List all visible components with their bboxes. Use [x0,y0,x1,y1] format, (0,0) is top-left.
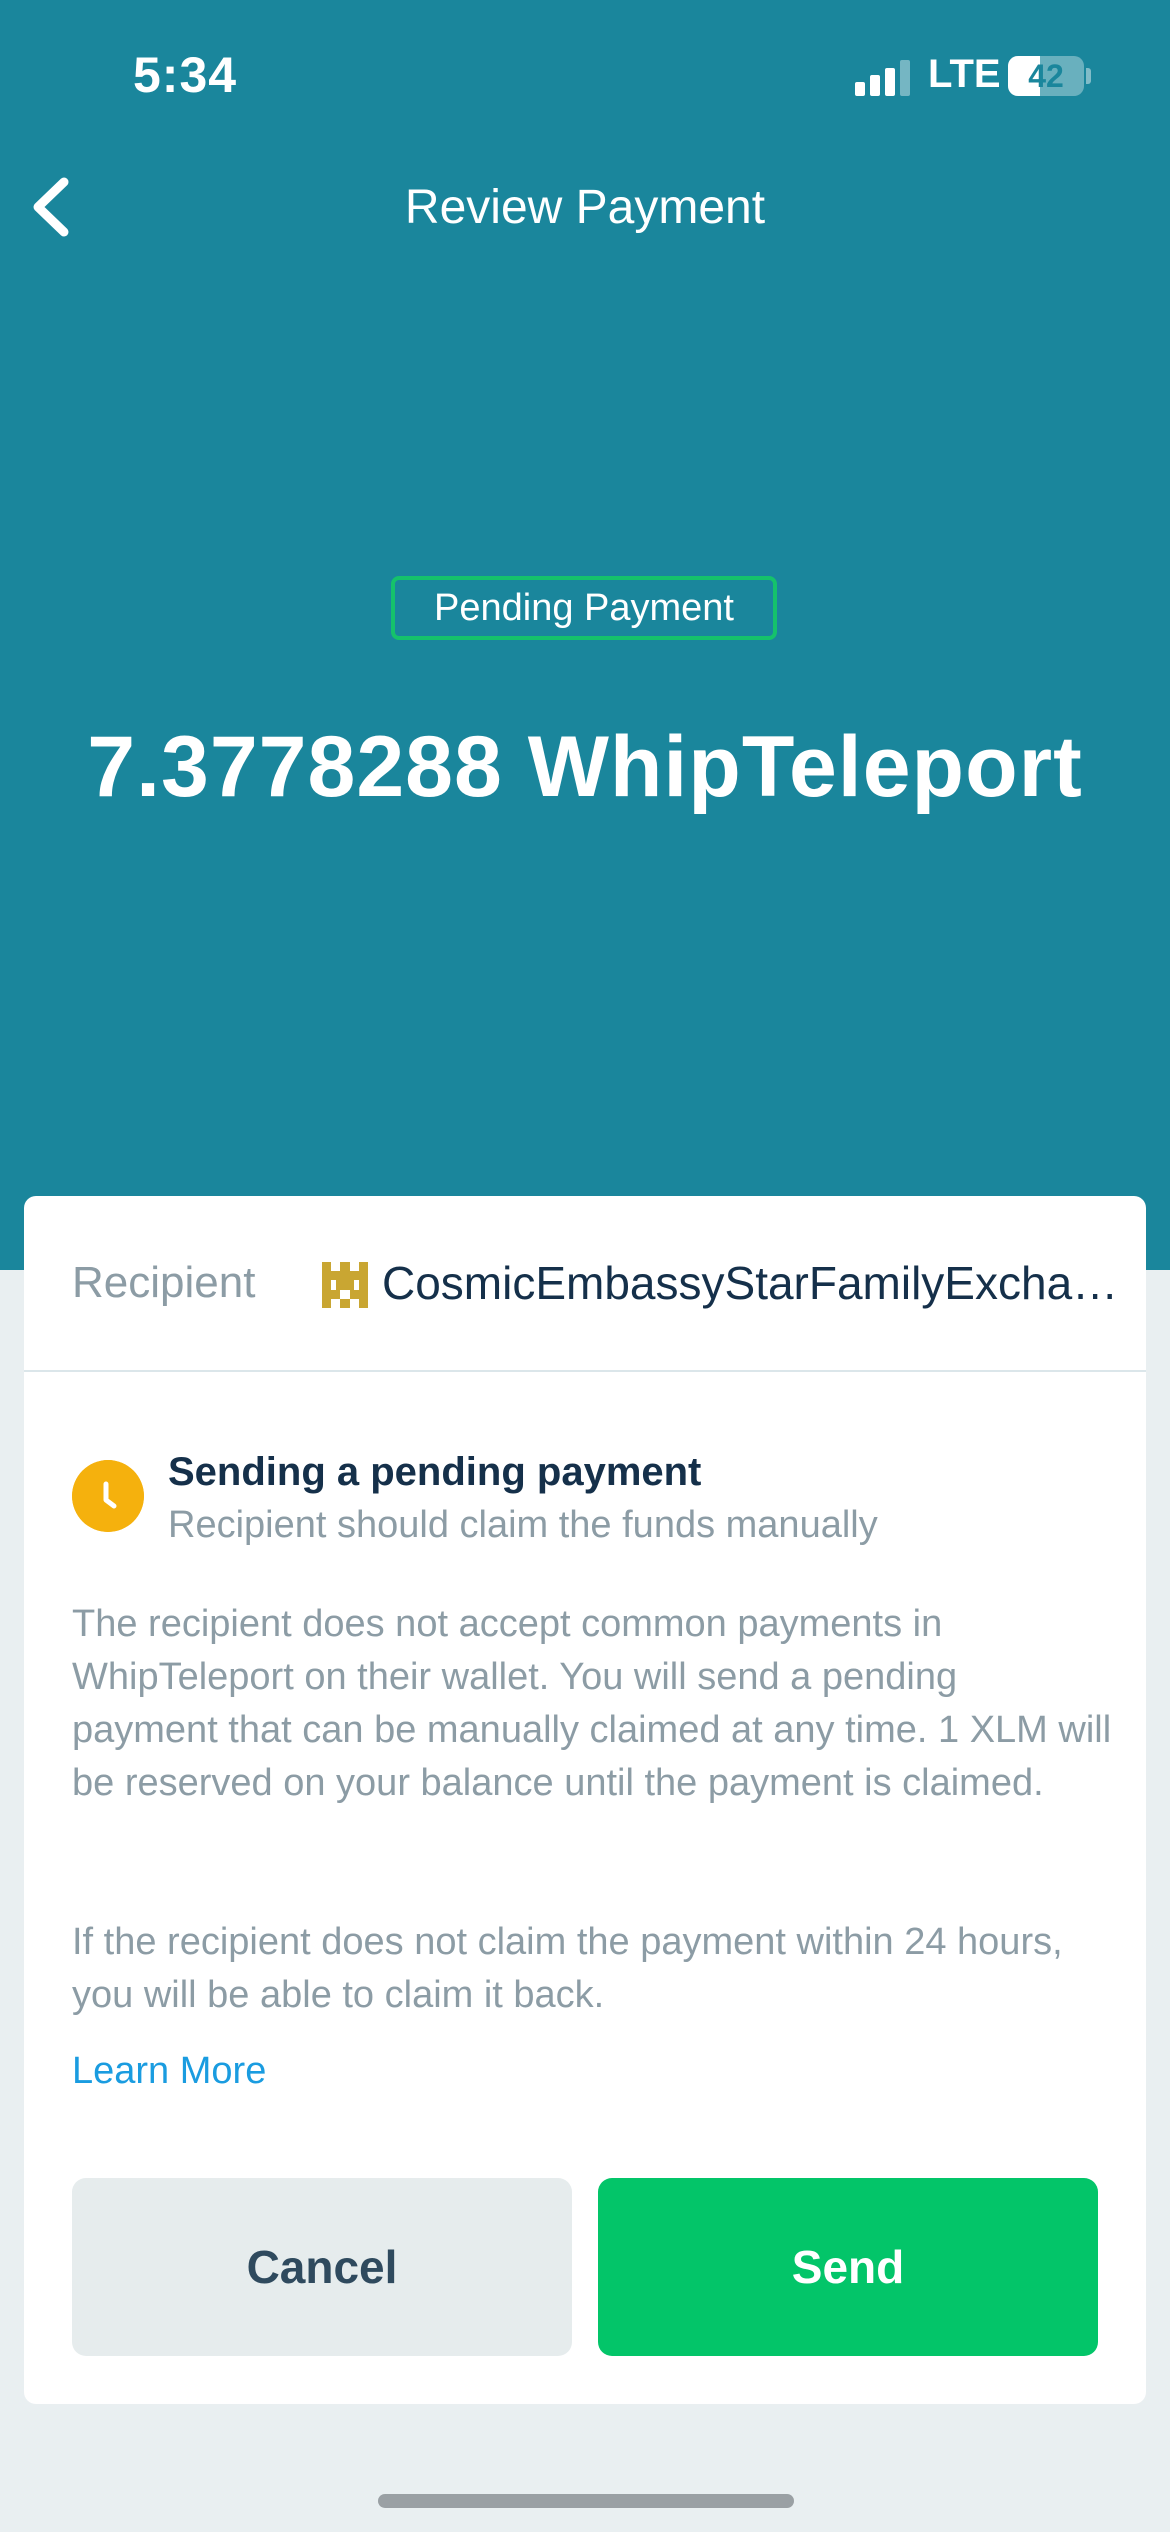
notice-paragraph-expiry: If the recipient does not claim the paym… [72,1921,1063,2016]
recipient-name: CosmicEmbassyStarFamilyExcha… [382,1257,1119,1309]
identicon-icon [322,1262,368,1308]
payment-details-card: Recipient CosmicEmbassyStarFamilyExcha… [24,1196,1146,2404]
home-indicator [378,2494,794,2508]
status-time: 5:34 [133,47,238,103]
recipient-row: Recipient CosmicEmbassyStarFamilyExcha… [24,1196,1146,1372]
clock-icon [72,1460,144,1532]
battery-icon: 42 [1008,56,1084,96]
send-button[interactable]: Send [598,2178,1098,2356]
learn-more-link[interactable]: Learn More [72,2050,266,2093]
notice-title: Sending a pending payment [168,1450,702,1494]
payment-amount: 7.3778288 WhipTeleport [87,719,1083,815]
notice-subtitle: Recipient should claim the funds manuall… [168,1504,878,1546]
signal-icon [855,60,915,96]
recipient-label: Recipient [72,1258,256,1307]
battery-cap [1086,68,1091,84]
notice-paragraph: The recipient does not accept common pay… [72,1603,1112,1804]
status-bar: 5:34 LTE 42 [0,0,1170,150]
cancel-button[interactable]: Cancel [72,2178,572,2356]
pending-payment-badge: Pending Payment [391,576,777,640]
battery-level: 42 [1028,58,1064,94]
network-label: LTE [928,52,1001,96]
page-title: Review Payment [404,181,766,234]
